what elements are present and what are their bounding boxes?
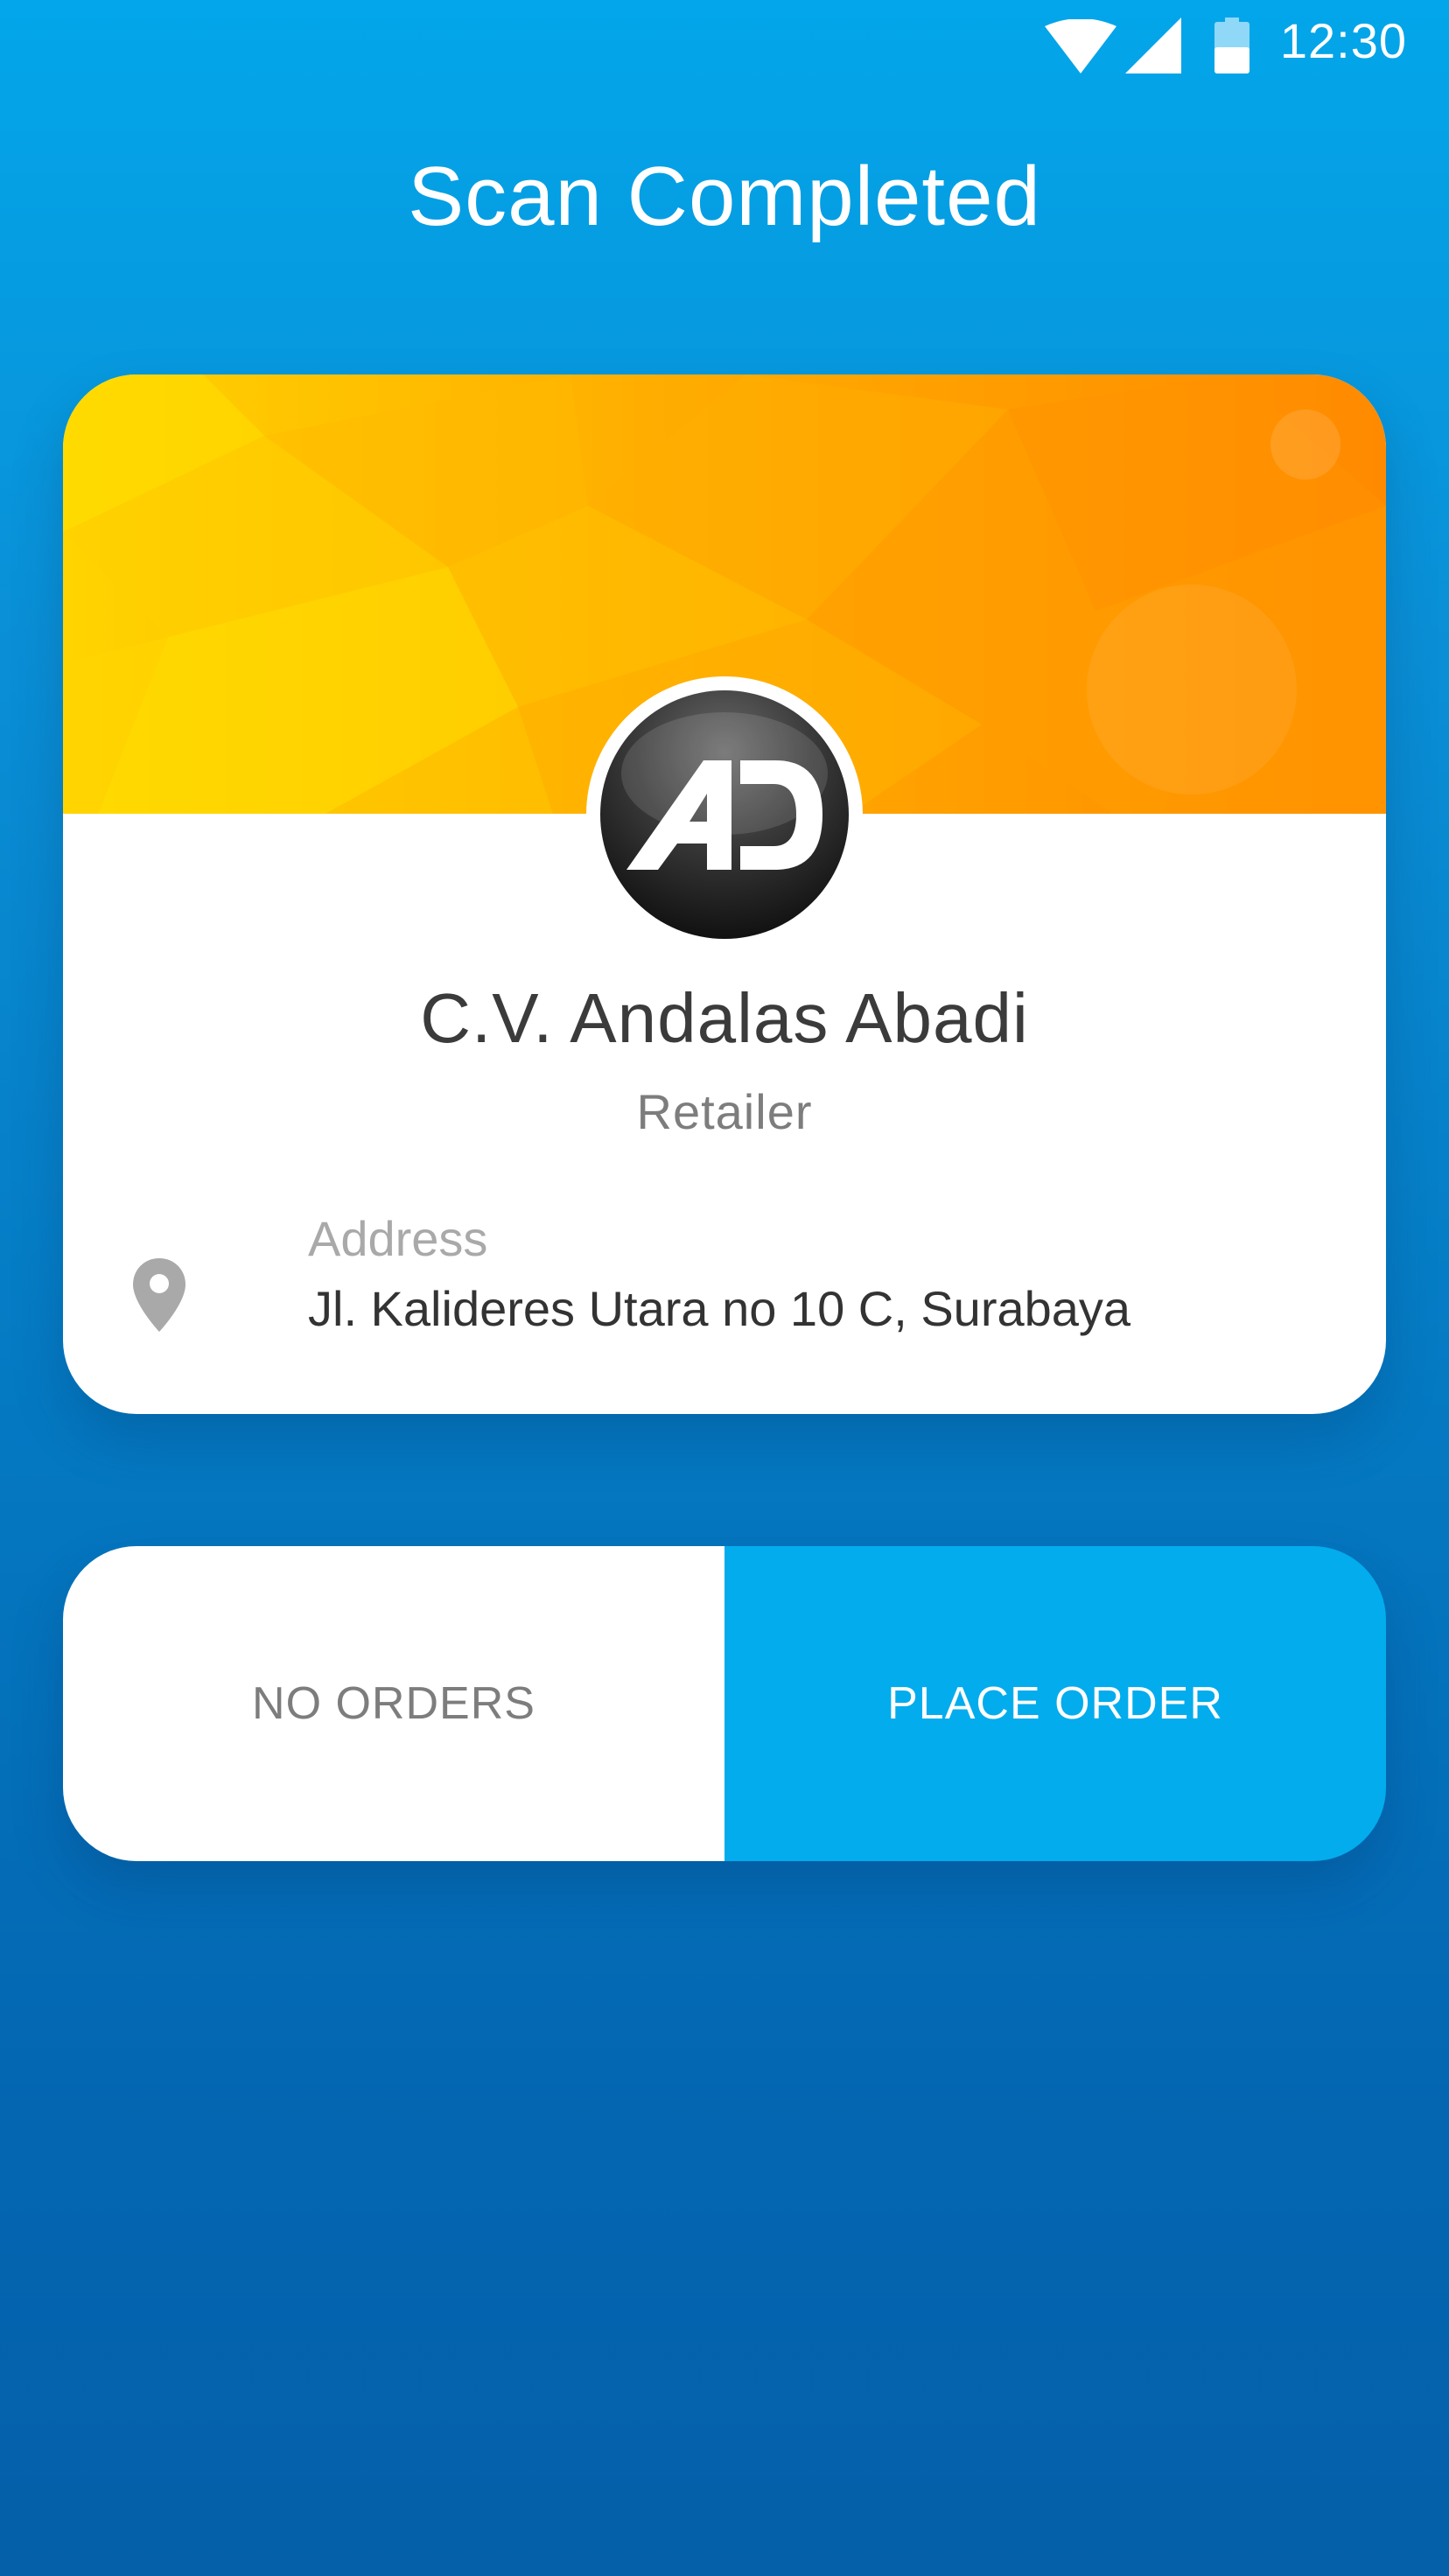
company-name: C.V. Andalas Abadi bbox=[420, 979, 1029, 1057]
address-row: Address Jl. Kalideres Utara no 10 C, Sur… bbox=[133, 1210, 1334, 1350]
location-pin-icon bbox=[133, 1258, 186, 1332]
cell-signal-icon bbox=[1125, 18, 1181, 74]
battery-icon bbox=[1214, 18, 1250, 74]
address-label: Address bbox=[308, 1211, 488, 1266]
no-orders-button[interactable]: NO ORDERS bbox=[63, 1546, 724, 1861]
place-order-button[interactable]: PLACE ORDER bbox=[724, 1546, 1386, 1861]
company-type: Retailer bbox=[636, 1084, 813, 1139]
merchant-card: C.V. Andalas Abadi Retailer Address Jl. … bbox=[63, 374, 1386, 1414]
order-action-bar: NO ORDERS PLACE ORDER bbox=[63, 1546, 1386, 1861]
company-logo-icon bbox=[600, 690, 849, 939]
status-time: 12:30 bbox=[1279, 13, 1407, 68]
company-logo-ring bbox=[586, 676, 863, 953]
status-bar: 12:30 bbox=[0, 0, 1449, 88]
address-value: Jl. Kalideres Utara no 10 C, Surabaya bbox=[308, 1281, 1131, 1336]
scan-result-screen: 12:30 Scan Completed C.V. Andalas Abadi … bbox=[0, 0, 1449, 2576]
page-title: Scan Completed bbox=[408, 150, 1041, 243]
wifi-icon bbox=[1045, 19, 1116, 74]
